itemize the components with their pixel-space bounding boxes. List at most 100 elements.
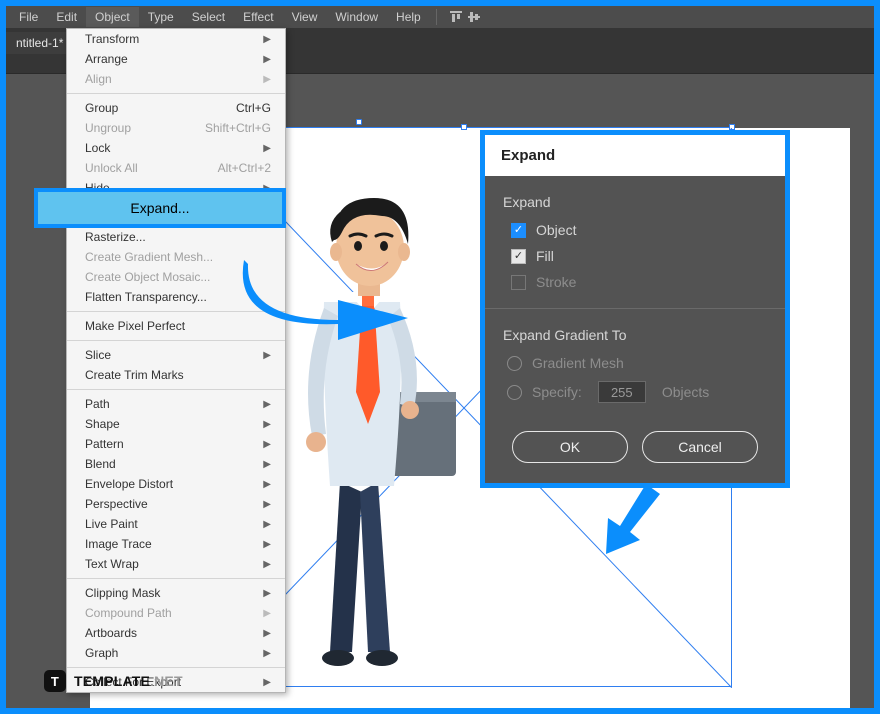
specify-input — [598, 381, 646, 403]
selection-handle[interactable] — [461, 124, 467, 130]
menu-help[interactable]: Help — [387, 7, 430, 27]
menu-item-label: Rasterize... — [85, 230, 146, 244]
menu-effect[interactable]: Effect — [234, 7, 282, 27]
expand-label: Expand... — [130, 200, 189, 216]
watermark-logo-icon: T — [44, 670, 66, 692]
watermark: T TEMPLATE.NET — [44, 670, 183, 692]
submenu-arrow-icon: ▶ — [263, 34, 271, 45]
menu-item-group[interactable]: Group Ctrl+G — [67, 98, 285, 118]
ok-button[interactable]: OK — [512, 431, 628, 463]
menubar-separator — [436, 9, 437, 25]
menu-item-label: Compound Path — [85, 606, 172, 620]
radio-row-mesh: Gradient Mesh — [507, 355, 767, 371]
menubar: File Edit Object Type Select Effect View… — [6, 6, 874, 28]
menu-item-label: Blend — [85, 457, 116, 471]
menu-item-artboards[interactable]: Artboards ▶ — [67, 623, 285, 643]
menu-item-label: Create Trim Marks — [85, 368, 184, 382]
menu-item-live-paint[interactable]: Live Paint▶ — [67, 514, 285, 534]
expand-dialog-highlight: Expand Expand ✓ Object ✓ Fill Stroke Exp… — [480, 130, 790, 488]
submenu-arrow-icon: ▶ — [263, 479, 271, 490]
menu-item-transform[interactable]: Transform ▶ — [67, 29, 285, 49]
dialog-title: Expand — [485, 135, 785, 176]
menu-item-blend[interactable]: Blend▶ — [67, 454, 285, 474]
callout-arrow-icon — [242, 258, 414, 344]
submenu-arrow-icon: ▶ — [263, 608, 271, 619]
menu-select[interactable]: Select — [183, 7, 234, 27]
cancel-button[interactable]: Cancel — [642, 431, 758, 463]
submenu-arrow-icon: ▶ — [263, 54, 271, 65]
menu-item-graph[interactable]: Graph▶ — [67, 643, 285, 663]
menu-item-label: Image Trace — [85, 537, 152, 551]
menu-window[interactable]: Window — [326, 7, 387, 27]
checkbox-fill[interactable]: ✓ — [511, 249, 526, 264]
menu-item-path[interactable]: Path▶ — [67, 394, 285, 414]
menu-divider — [67, 389, 285, 390]
checkbox-object-label: Object — [536, 222, 576, 238]
menu-divider — [67, 578, 285, 579]
menu-item-label: Graph — [85, 646, 118, 660]
menu-item-rasterize[interactable]: Rasterize... — [67, 227, 285, 247]
menu-item-label: Make Pixel Perfect — [85, 319, 185, 333]
checkbox-stroke — [511, 275, 526, 290]
menu-item-label: Artboards — [85, 626, 137, 640]
radio-specify — [507, 385, 522, 400]
callout-arrow-ok-icon — [600, 482, 662, 557]
menu-item-label: Flatten Transparency... — [85, 290, 207, 304]
submenu-arrow-icon: ▶ — [263, 559, 271, 570]
menu-item-shortcut: Ctrl+G — [236, 101, 271, 115]
checkbox-row-fill[interactable]: ✓ Fill — [511, 248, 767, 264]
submenu-arrow-icon: ▶ — [263, 439, 271, 450]
align-mid-icon — [467, 10, 481, 24]
dialog-divider — [485, 308, 785, 309]
submenu-arrow-icon: ▶ — [263, 588, 271, 599]
submenu-arrow-icon: ▶ — [263, 143, 271, 154]
menu-item-arrange[interactable]: Arrange▶ — [67, 49, 285, 69]
watermark-brand: TEMPLATE — [74, 673, 150, 689]
menu-item-pattern[interactable]: Pattern ▶ — [67, 434, 285, 454]
menu-item-shape[interactable]: Shape▶ — [67, 414, 285, 434]
menu-item-label: Pattern — [85, 437, 124, 451]
menu-item-label: Transform — [85, 32, 139, 46]
menu-item-label: Align — [85, 72, 112, 86]
menu-item-text-wrap[interactable]: Text Wrap ▶ — [67, 554, 285, 574]
menu-item-label: Create Object Mosaic... — [85, 270, 210, 284]
menu-item-compound-path: Compound Path ▶ — [67, 603, 285, 623]
menu-object[interactable]: Object — [86, 7, 139, 27]
submenu-arrow-icon: ▶ — [263, 419, 271, 430]
menu-item-label: Slice — [85, 348, 111, 362]
menu-file[interactable]: File — [10, 7, 47, 27]
radio-mesh — [507, 356, 522, 371]
align-top-icon — [449, 10, 463, 24]
menu-item-slice[interactable]: Slice▶ — [67, 345, 285, 365]
menu-edit[interactable]: Edit — [47, 7, 86, 27]
menu-item-create-trim-marks[interactable]: Create Trim Marks — [67, 365, 285, 385]
menu-item-perspective[interactable]: Perspective▶ — [67, 494, 285, 514]
expand-highlight-callout: Expand... — [34, 188, 286, 228]
menu-divider — [67, 93, 285, 94]
menu-view[interactable]: View — [283, 7, 327, 27]
align-icons[interactable] — [449, 10, 481, 24]
menu-item-envelope-distort[interactable]: Envelope Distort ▶ — [67, 474, 285, 494]
checkbox-object[interactable]: ✓ — [511, 223, 526, 238]
checkbox-row-object[interactable]: ✓ Object — [511, 222, 767, 238]
submenu-arrow-icon: ▶ — [263, 677, 271, 688]
menu-type[interactable]: Type — [139, 7, 183, 27]
submenu-arrow-icon: ▶ — [263, 519, 271, 530]
object-menu-dropdown: Transform▶Arrange▶Align▶GroupCtrl+GUngro… — [66, 28, 286, 693]
menu-item-label: Text Wrap — [85, 557, 139, 571]
menu-item-expand[interactable]: Expand... — [38, 192, 282, 224]
checkbox-fill-label: Fill — [536, 248, 554, 264]
menu-item-label: Envelope Distort — [85, 477, 173, 491]
menu-item-lock[interactable]: Lock▶ — [67, 138, 285, 158]
menu-item-label: Group — [85, 101, 118, 115]
gradient-group-label: Expand Gradient To — [503, 327, 767, 343]
menu-item-shortcut: Alt+Ctrl+2 — [218, 161, 271, 175]
menu-item-image-trace[interactable]: Image Trace▶ — [67, 534, 285, 554]
expand-dialog: Expand Expand ✓ Object ✓ Fill Stroke Exp… — [485, 135, 785, 483]
submenu-arrow-icon: ▶ — [263, 628, 271, 639]
expand-group-label: Expand — [503, 194, 767, 210]
radio-mesh-label: Gradient Mesh — [532, 355, 624, 371]
menu-item-label: Create Gradient Mesh... — [85, 250, 213, 264]
menu-item-unlock-all: Unlock AllAlt+Ctrl+2 — [67, 158, 285, 178]
menu-item-clipping-mask[interactable]: Clipping Mask▶ — [67, 583, 285, 603]
